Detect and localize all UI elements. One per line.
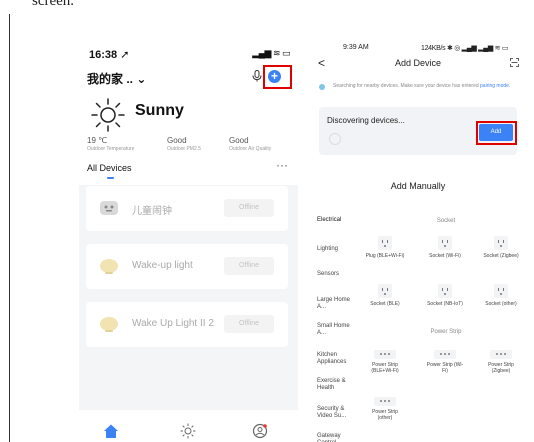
device-card-wakeup-light-2[interactable]: Wake Up Light II 2 Offline (86, 302, 288, 347)
bluetooth-scan-icon (319, 84, 325, 90)
add-manually-title: Add Manually (390, 181, 446, 191)
stat-air-quality: Good Outdoor Air Quality (229, 136, 272, 152)
location-arrow-icon: ➚ (117, 49, 130, 61)
category-exercise-health[interactable]: Exercise & Health (317, 378, 355, 392)
power-strip-icon (434, 350, 456, 359)
spinner-icon (329, 133, 341, 145)
device-type-socket-nbiot[interactable]: Socket (NB-IoT) (425, 284, 465, 307)
scan-icon[interactable] (510, 58, 519, 67)
power-strip-icon (374, 350, 396, 359)
device-status-badge: Offline (224, 257, 274, 275)
clock-icon (100, 201, 118, 215)
scene-sun-icon[interactable] (180, 423, 196, 439)
device-status-badge: Offline (224, 199, 274, 217)
status-time: 16:38 ➚ (89, 49, 130, 61)
status-time: 9:39 AM (343, 44, 369, 51)
device-name: Wake-up light (132, 260, 193, 271)
section-power-strip: Power Strip (430, 329, 462, 335)
profile-icon[interactable] (252, 423, 268, 439)
device-card-clock[interactable]: 儿童闹钟 Offline (86, 186, 288, 231)
device-status-badge: Offline (224, 315, 274, 333)
device-card-wakeup-light[interactable]: Wake-up light Offline (86, 244, 288, 289)
tab-all-devices[interactable]: All Devices (87, 163, 132, 173)
page-top-text: screen. (32, 0, 75, 9)
category-small-home[interactable]: Small Home A... (317, 323, 355, 337)
home-screen: 16:38 ➚ ▂▄▆ ≋ ▭ 我的家 .. ⌄ + Sunny 19 ℃ Out… (79, 40, 298, 442)
mic-icon[interactable] (252, 70, 262, 85)
plus-circle-icon[interactable]: + (268, 70, 281, 83)
device-type-strip-wifi[interactable]: Power Strip (Wi-Fi) (425, 350, 465, 374)
device-type-socket-ble[interactable]: Socket (BLE) (365, 284, 405, 307)
section-socket: Socket (436, 218, 456, 224)
category-lighting[interactable]: Lighting (317, 246, 355, 253)
socket-icon (438, 236, 452, 250)
device-name: 儿童闹钟 (132, 206, 172, 217)
device-type-strip-other[interactable]: Power Strip (other) (365, 397, 405, 421)
device-name: Wake Up Light II 2 (132, 318, 214, 329)
chevron-down-icon: ⌄ (136, 72, 147, 86)
more-icon[interactable]: ··· (276, 158, 288, 172)
pairing-mode-link[interactable]: pairing mode (480, 83, 509, 89)
home-icon[interactable] (103, 423, 119, 439)
power-strip-icon (490, 350, 512, 359)
tab-underline (107, 177, 114, 179)
stat-temperature: 19 ℃ Outdoor Temperature (87, 136, 135, 152)
add-button[interactable]: Add (479, 124, 513, 141)
add-device-screen: 9:39 AM 124KB/s ✱ ◎ ▂▄▆ ▂▄▆ ≋ ▭ < Add De… (311, 40, 525, 442)
socket-icon (494, 284, 508, 298)
weather-condition: Sunny (135, 102, 184, 119)
socket-icon (438, 284, 452, 298)
home-selector[interactable]: 我的家 .. ⌄ (87, 70, 146, 87)
device-list: 儿童闹钟 Offline Wake-up light Offline Wake … (79, 185, 298, 410)
category-electrical[interactable]: Electrical (317, 217, 355, 224)
status-icons: 124KB/s ✱ ◎ ▂▄▆ ▂▄▆ ≋ ▭ (421, 45, 509, 52)
lamp-icon (100, 317, 118, 332)
category-large-home[interactable]: Large Home A... (317, 297, 355, 311)
sun-icon (91, 98, 125, 132)
category-gateway[interactable]: Gateway Control (317, 433, 355, 442)
device-type-socket-other[interactable]: Socket (other) (481, 284, 521, 307)
device-type-strip-zigbee[interactable]: Power Strip (Zigbee) (481, 350, 521, 374)
category-sensors[interactable]: Sensors (317, 271, 355, 278)
category-security-video[interactable]: Security & Video Su... (317, 406, 355, 420)
bottom-tab-bar (79, 416, 298, 442)
device-type-plug-ble-wifi[interactable]: Plug (BLE+Wi-Fi) (365, 236, 405, 259)
lamp-icon (100, 259, 118, 274)
socket-icon (494, 236, 508, 250)
socket-icon (378, 236, 392, 250)
stat-pm25: Good Outdoor PM2.5 (167, 136, 201, 152)
power-strip-icon (374, 397, 396, 406)
socket-icon (378, 284, 392, 298)
page-title: Add Device (394, 58, 442, 68)
device-type-socket-zigbee[interactable]: Socket (Zigbee) (481, 236, 521, 259)
device-type-socket-wifi[interactable]: Socket (Wi-Fi) (425, 236, 465, 259)
discovering-title: Discovering devices... (327, 116, 405, 125)
margin-rule (9, 14, 10, 442)
category-kitchen[interactable]: Kitchen Appliances (317, 352, 355, 366)
device-type-strip-ble-wifi[interactable]: Power Strip (BLE+Wi-Fi) (365, 350, 405, 374)
status-icons: ▂▄▆ ≋ ▭ (252, 48, 290, 58)
